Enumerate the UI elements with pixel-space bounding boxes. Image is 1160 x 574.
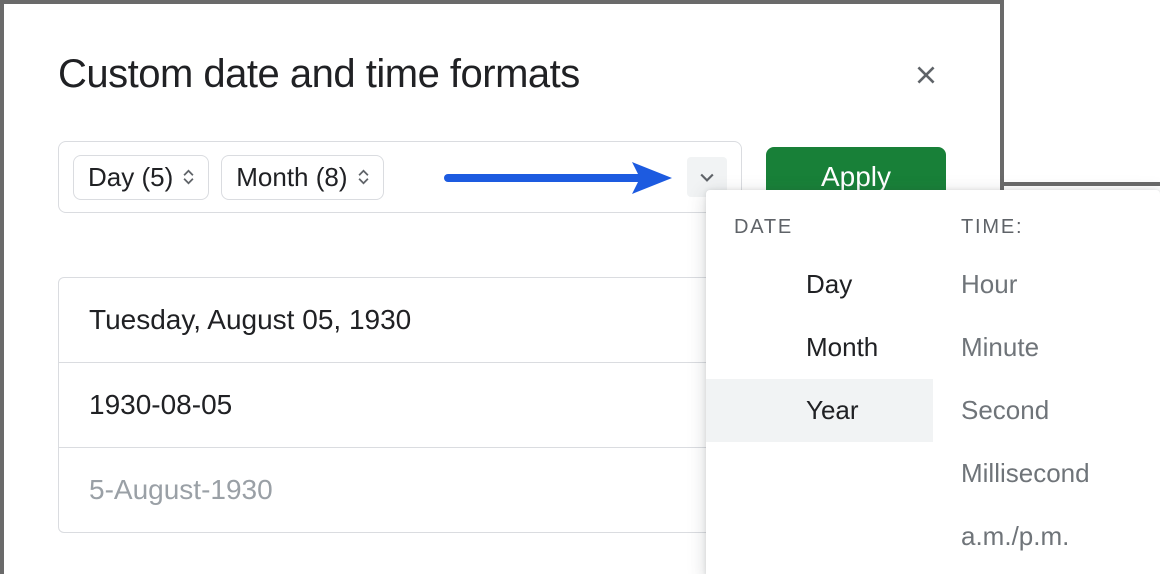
stepper-icon bbox=[183, 169, 194, 185]
dropdown-item-year[interactable]: Year bbox=[706, 379, 933, 442]
dropdown-time-heading: TIME: bbox=[933, 206, 1160, 253]
dropdown-item-hour[interactable]: Hour bbox=[933, 253, 1160, 316]
dropdown-item-month[interactable]: Month bbox=[706, 316, 933, 379]
dropdown-time-column: TIME: Hour Minute Second Millisecond a.m… bbox=[933, 206, 1160, 568]
dialog-header: Custom date and time formats bbox=[58, 52, 946, 97]
token-dropdown: DATE Day Month Year TIME: Hour Minute Se… bbox=[706, 190, 1160, 574]
token-day-label: Day (5) bbox=[88, 162, 173, 193]
format-input-box[interactable]: Day (5) Month (8) bbox=[58, 141, 742, 213]
dropdown-item-millisecond[interactable]: Millisecond bbox=[933, 442, 1160, 505]
token-day[interactable]: Day (5) bbox=[73, 155, 209, 200]
dropdown-date-column: DATE Day Month Year bbox=[706, 206, 933, 568]
close-button[interactable] bbox=[906, 55, 946, 95]
token-month[interactable]: Month (8) bbox=[221, 155, 383, 200]
token-month-label: Month (8) bbox=[236, 162, 347, 193]
stepper-icon bbox=[358, 169, 369, 185]
dropdown-date-heading: DATE bbox=[706, 206, 933, 253]
chevron-down-icon bbox=[697, 167, 717, 187]
dropdown-item-second[interactable]: Second bbox=[933, 379, 1160, 442]
dropdown-item-minute[interactable]: Minute bbox=[933, 316, 1160, 379]
border-tail bbox=[1000, 182, 1160, 186]
dialog-title: Custom date and time formats bbox=[58, 52, 580, 97]
dropdown-item-day[interactable]: Day bbox=[706, 253, 933, 316]
apply-label: Apply bbox=[821, 161, 891, 192]
close-icon bbox=[913, 62, 939, 88]
dropdown-item-ampm[interactable]: a.m./p.m. bbox=[933, 505, 1160, 568]
